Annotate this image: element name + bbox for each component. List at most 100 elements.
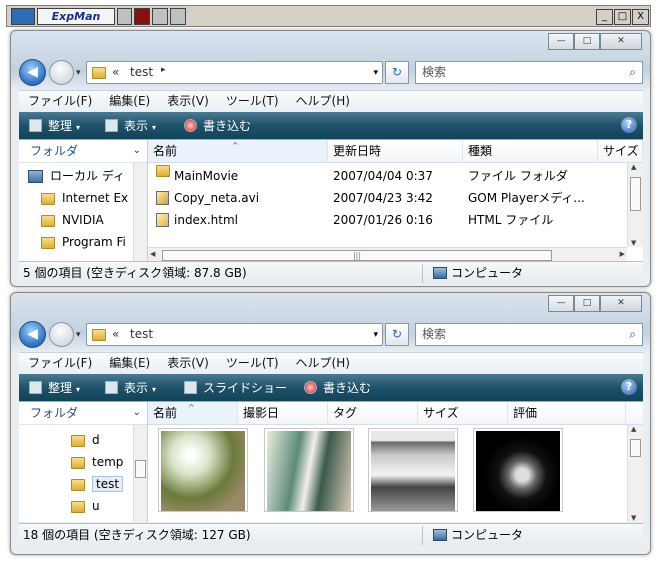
- maximize-button[interactable]: □: [574, 295, 600, 312]
- scroll-down-icon[interactable]: ▼: [631, 239, 636, 247]
- image-thumbnail[interactable]: [264, 428, 354, 512]
- search-input[interactable]: 検索 ⌕: [415, 61, 643, 84]
- column-size[interactable]: サイズ: [598, 140, 643, 162]
- tree-item-local-disk[interactable]: ローカル ディ: [28, 166, 125, 186]
- tree-item-internet-explorer[interactable]: Internet Ex: [41, 188, 128, 208]
- back-button[interactable]: ◀: [19, 59, 46, 86]
- column-name[interactable]: 名前 ^: [148, 140, 328, 162]
- settings-icon[interactable]: [170, 8, 186, 25]
- menu-help[interactable]: ヘルプ(H): [296, 91, 350, 112]
- column-name[interactable]: 名前 ^: [148, 402, 238, 424]
- search-icon[interactable]: ⌕: [629, 62, 636, 83]
- forward-button[interactable]: [49, 322, 74, 347]
- views-button[interactable]: 表示 ▾: [105, 380, 156, 396]
- tree-item-temp[interactable]: temp: [71, 452, 123, 472]
- organize-button[interactable]: 整理 ▾: [29, 380, 80, 396]
- maximize-button[interactable]: □: [574, 33, 600, 50]
- tree-item-program-files[interactable]: Program Fi: [41, 232, 126, 252]
- refresh-button[interactable]: ↻: [385, 323, 409, 346]
- recent-pages-dropdown[interactable]: ▾: [76, 330, 81, 340]
- app-minimize-button[interactable]: _: [596, 9, 613, 25]
- app-close-button[interactable]: X: [632, 9, 649, 25]
- address-path[interactable]: test: [130, 327, 153, 341]
- address-path[interactable]: test: [130, 65, 153, 79]
- breadcrumb-arrow[interactable]: ▸: [161, 65, 166, 75]
- menu-view[interactable]: 表示(V): [167, 353, 209, 374]
- scroll-up-icon[interactable]: ▲: [631, 425, 636, 433]
- computer-icon: [433, 267, 447, 279]
- vertical-split-icon[interactable]: [152, 8, 168, 25]
- image-thumbnail[interactable]: [368, 428, 458, 512]
- address-bar[interactable]: « test ▾: [86, 323, 383, 346]
- column-type[interactable]: 種類: [463, 140, 598, 162]
- tree-item-test[interactable]: test: [71, 474, 124, 494]
- column-size[interactable]: サイズ: [418, 402, 508, 424]
- menu-tools[interactable]: ツール(T): [226, 353, 279, 374]
- vertical-scrollbar[interactable]: ▲ ▼: [627, 425, 643, 522]
- minimize-button[interactable]: —: [548, 295, 574, 312]
- folder-pane-scrollbar[interactable]: [133, 425, 147, 522]
- column-rating[interactable]: 評価: [508, 402, 626, 424]
- menu-help[interactable]: ヘルプ(H): [296, 353, 350, 374]
- menu-file[interactable]: ファイル(F): [28, 91, 92, 112]
- close-button[interactable]: ✕: [600, 33, 642, 50]
- column-date[interactable]: 更新日時: [328, 140, 463, 162]
- scroll-left-icon[interactable]: ◀: [150, 250, 155, 258]
- burn-button[interactable]: 書き込む: [304, 380, 371, 396]
- folders-header[interactable]: フォルダ ⌄: [19, 402, 147, 425]
- scroll-down-icon[interactable]: ▼: [631, 514, 636, 522]
- burn-button[interactable]: 書き込む: [184, 118, 251, 134]
- recent-pages-dropdown[interactable]: ▾: [76, 68, 81, 78]
- image-thumbnail[interactable]: [158, 428, 248, 512]
- vertical-scrollbar[interactable]: ▲ ▼: [627, 163, 643, 247]
- menu-file[interactable]: ファイル(F): [28, 353, 92, 374]
- forward-button[interactable]: [49, 60, 74, 85]
- swap-icon[interactable]: [117, 8, 132, 25]
- menu-view[interactable]: 表示(V): [167, 91, 209, 112]
- command-bar: 整理 ▾ 表示 ▾ スライドショー 書き込む ?: [19, 374, 643, 401]
- folder-pane-scrollbar[interactable]: [133, 163, 147, 263]
- views-button[interactable]: 表示 ▾: [105, 118, 156, 134]
- chevron-down-icon[interactable]: ⌄: [133, 402, 141, 424]
- scrollbar-thumb[interactable]: [630, 177, 641, 211]
- help-icon[interactable]: ?: [621, 379, 637, 395]
- close-button[interactable]: ✕: [600, 295, 642, 312]
- file-row[interactable]: Copy_neta.avi 2007/04/23 3:42 GOM Player…: [148, 187, 628, 209]
- menu-edit[interactable]: 編集(E): [109, 353, 150, 374]
- refresh-button[interactable]: ↻: [385, 61, 409, 84]
- organize-button[interactable]: 整理 ▾: [29, 118, 80, 134]
- tree-item-d[interactable]: d: [71, 430, 100, 450]
- search-icon[interactable]: ⌕: [629, 324, 636, 345]
- chevron-down-icon[interactable]: ⌄: [133, 140, 141, 162]
- address-chevron[interactable]: «: [112, 327, 119, 341]
- file-row[interactable]: MainMovie 2007/04/04 0:37 ファイル フォルダ: [148, 165, 628, 187]
- minimize-button[interactable]: —: [548, 33, 574, 50]
- file-row[interactable]: index.html 2007/01/26 0:16 HTML ファイル: [148, 209, 628, 231]
- dual-pane-icon[interactable]: [134, 8, 150, 25]
- address-dropdown-icon[interactable]: ▾: [373, 330, 378, 340]
- search-input[interactable]: 検索 ⌕: [415, 323, 643, 346]
- column-tags[interactable]: タグ: [328, 402, 418, 424]
- address-dropdown-icon[interactable]: ▾: [373, 68, 378, 78]
- scrollbar-thumb[interactable]: [630, 439, 641, 457]
- scroll-right-icon[interactable]: ▶: [620, 250, 625, 258]
- column-date-taken[interactable]: 撮影日: [238, 402, 328, 424]
- address-bar[interactable]: « test ▸ ▾: [86, 61, 383, 84]
- app-maximize-button[interactable]: □: [614, 9, 631, 25]
- tree-item-nvidia[interactable]: NVIDIA: [41, 210, 104, 230]
- scrollbar-thumb[interactable]: [135, 460, 146, 478]
- expman-button[interactable]: ExpMan: [37, 8, 115, 25]
- scrollbar-thumb[interactable]: |||: [162, 250, 552, 261]
- slideshow-button[interactable]: スライドショー: [184, 380, 287, 396]
- help-icon[interactable]: ?: [621, 117, 637, 133]
- image-thumbnail[interactable]: [473, 428, 563, 512]
- tree-item-u[interactable]: u: [71, 496, 100, 516]
- app-logo-icon[interactable]: [11, 8, 35, 25]
- menu-tools[interactable]: ツール(T): [226, 91, 279, 112]
- back-button[interactable]: ◀: [19, 321, 46, 348]
- address-chevron[interactable]: «: [112, 65, 119, 79]
- folder-icon: [71, 456, 85, 469]
- folders-header[interactable]: フォルダ ⌄: [19, 140, 147, 163]
- menu-edit[interactable]: 編集(E): [109, 91, 150, 112]
- scroll-up-icon[interactable]: ▲: [631, 163, 636, 171]
